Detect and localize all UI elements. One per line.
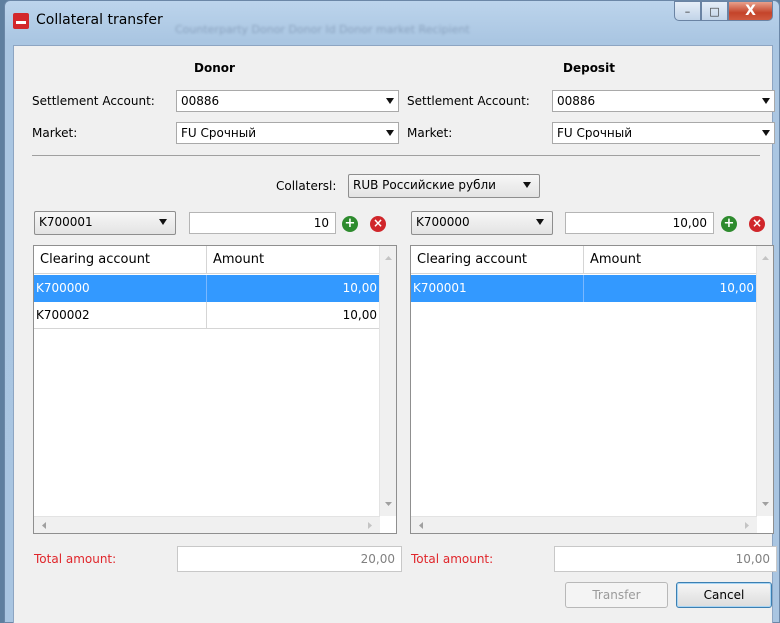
donor-account-select[interactable]: K700001	[34, 211, 176, 235]
donor-add-button[interactable]: +	[342, 216, 358, 232]
donor-settlement-select[interactable]: 00886	[176, 90, 399, 112]
horizontal-scrollbar[interactable]	[34, 516, 380, 533]
table-row[interactable]: K700000 10,00	[34, 275, 380, 302]
x-circle-icon: ×	[751, 216, 763, 230]
deposit-add-button[interactable]: +	[721, 216, 737, 232]
deposit-settlement-select[interactable]: 00886	[552, 90, 775, 112]
deposit-amount-input[interactable]: 10,00	[565, 212, 714, 234]
donor-total-label: Total amount:	[34, 552, 117, 566]
column-header-clearing-account[interactable]: Clearing account	[34, 246, 207, 274]
plus-circle-icon: +	[344, 216, 356, 231]
chevron-down-icon	[762, 98, 770, 104]
vertical-scrollbar[interactable]	[756, 246, 773, 516]
close-button[interactable]: X	[728, 1, 773, 21]
chevron-down-icon	[536, 219, 544, 225]
table-row[interactable]: K700001 10,00	[411, 275, 757, 302]
vertical-scrollbar[interactable]	[379, 246, 396, 516]
deposit-remove-button[interactable]: ×	[749, 216, 765, 232]
donor-settlement-value: 00886	[181, 94, 220, 108]
divider	[32, 155, 760, 156]
window-title: Collateral transfer	[36, 12, 163, 28]
cell-amount: 10,00	[719, 281, 754, 295]
cell-amount: 10,00	[342, 281, 377, 295]
deposit-settlement-value: 00886	[557, 94, 596, 108]
scroll-arrows-icon	[42, 522, 372, 529]
background-ghost-text: Counterparty Donor Donor Id Donor market…	[175, 23, 470, 36]
deposit-heading: Deposit	[563, 61, 615, 75]
collateral-transfer-window: Collateral transfer Counterparty Donor D…	[4, 0, 780, 623]
close-icon: X	[745, 3, 756, 19]
minimize-button[interactable]: –	[674, 1, 701, 21]
dialog-body: Donor Deposit Settlement Account: 00886 …	[13, 45, 777, 623]
chevron-down-icon	[523, 182, 531, 188]
donor-table[interactable]: Clearing account Amount K700000 10,00 K7…	[33, 245, 397, 534]
app-icon	[13, 13, 29, 29]
donor-amount-input[interactable]: 10	[189, 212, 336, 234]
donor-account-value: K700001	[39, 215, 93, 229]
maximize-button[interactable]: □	[701, 1, 728, 21]
transfer-button[interactable]: Transfer	[565, 582, 668, 608]
column-header-amount[interactable]: Amount	[584, 246, 757, 274]
donor-market-value: FU Срочный	[181, 126, 257, 140]
table-header: Clearing account Amount	[411, 246, 757, 274]
horizontal-scrollbar[interactable]	[411, 516, 757, 533]
plus-circle-icon: +	[723, 216, 735, 231]
chevron-down-icon	[762, 130, 770, 136]
deposit-settlement-label: Settlement Account:	[407, 94, 530, 108]
collateral-label: Collatersl:	[276, 179, 337, 193]
deposit-account-select[interactable]: K700000	[411, 211, 553, 235]
donor-heading: Donor	[194, 61, 235, 75]
minimize-icon: –	[684, 4, 691, 18]
deposit-market-label: Market:	[407, 126, 453, 140]
scroll-arrows-icon	[419, 522, 749, 529]
chevron-down-icon	[159, 219, 167, 225]
donor-total-field: 20,00	[177, 546, 402, 572]
scroll-arrows-icon	[385, 256, 392, 506]
deposit-total-label: Total amount:	[411, 552, 494, 566]
donor-market-select[interactable]: FU Срочный	[176, 122, 399, 144]
cell-amount: 10,00	[342, 308, 377, 322]
table-header: Clearing account Amount	[34, 246, 380, 274]
window-controls: – □ X	[674, 1, 773, 21]
column-header-clearing-account[interactable]: Clearing account	[411, 246, 584, 274]
x-circle-icon: ×	[372, 216, 384, 230]
table-row[interactable]: K700002 10,00	[34, 302, 380, 329]
donor-settlement-label: Settlement Account:	[32, 94, 155, 108]
deposit-account-value: K700000	[416, 215, 470, 229]
deposit-market-value: FU Срочный	[557, 126, 633, 140]
deposit-table[interactable]: Clearing account Amount K700001 10,00	[410, 245, 774, 534]
column-header-amount[interactable]: Amount	[207, 246, 380, 274]
title-bar[interactable]: Collateral transfer Counterparty Donor D…	[5, 1, 779, 45]
deposit-total-field: 10,00	[554, 546, 777, 572]
collateral-select[interactable]: RUB Российские рубли	[348, 174, 540, 198]
collateral-value: RUB Российские рубли	[353, 178, 496, 192]
maximize-icon: □	[709, 4, 720, 18]
deposit-market-select[interactable]: FU Срочный	[552, 122, 775, 144]
scroll-arrows-icon	[762, 256, 769, 506]
donor-remove-button[interactable]: ×	[370, 216, 386, 232]
cancel-button[interactable]: Cancel	[676, 582, 772, 608]
cell-account: K700000	[34, 275, 207, 302]
donor-market-label: Market:	[32, 126, 78, 140]
chevron-down-icon	[386, 98, 394, 104]
cell-account: K700001	[411, 275, 584, 302]
chevron-down-icon	[386, 130, 394, 136]
cell-account: K700002	[34, 302, 207, 328]
